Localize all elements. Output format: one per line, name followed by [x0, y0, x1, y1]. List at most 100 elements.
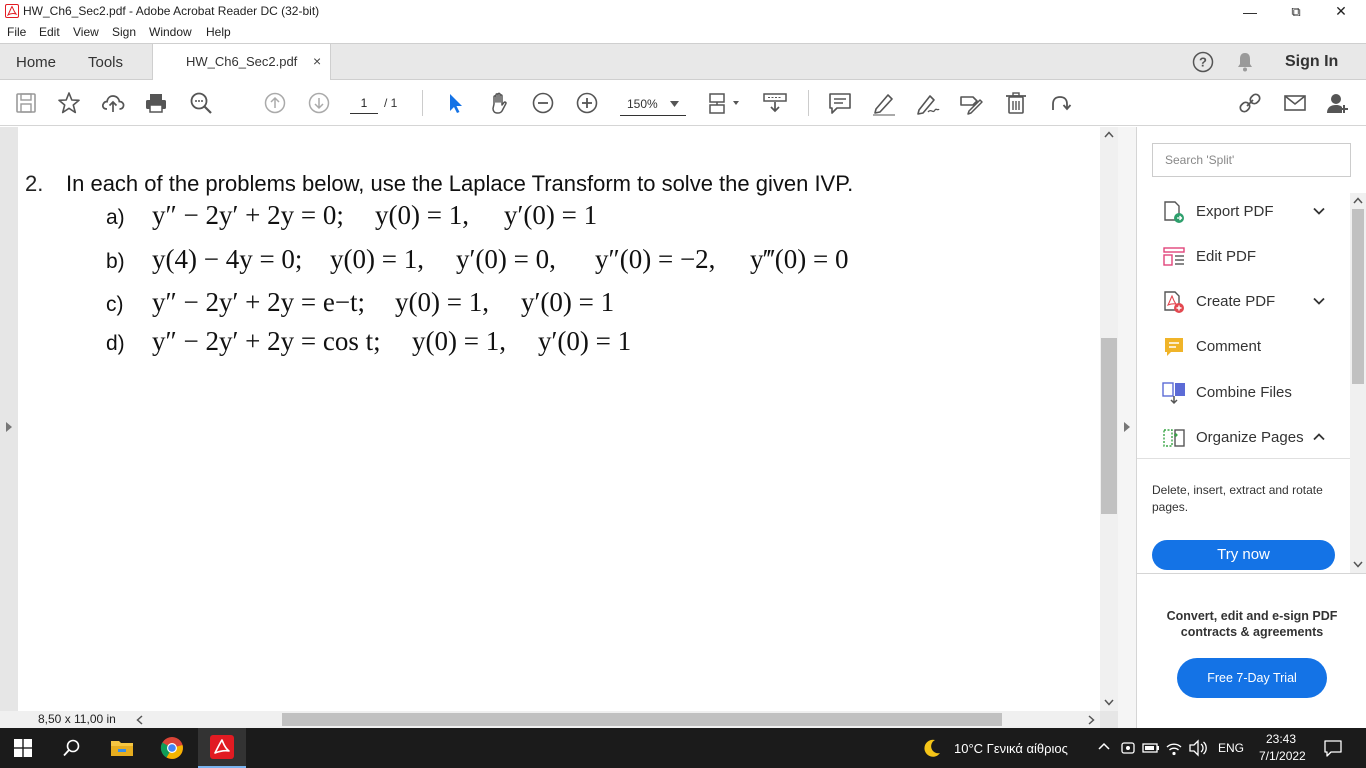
- tool-combine-files[interactable]: Combine Files: [1162, 380, 1352, 406]
- menu-file[interactable]: File: [7, 25, 26, 39]
- close-button[interactable]: ✕: [1318, 0, 1364, 23]
- wifi-icon[interactable]: [1165, 739, 1183, 757]
- menu-sign[interactable]: Sign: [112, 25, 136, 39]
- volume-speaker-icon[interactable]: [1188, 739, 1208, 757]
- scroll-up-arrow-icon[interactable]: [1104, 131, 1114, 138]
- scroll-right-arrow-icon[interactable]: [1088, 715, 1095, 725]
- menu-view[interactable]: View: [73, 25, 99, 39]
- highlight-pen-icon[interactable]: [871, 90, 897, 116]
- tool-create-pdf[interactable]: Create PDF: [1162, 289, 1352, 315]
- zoom-in-icon[interactable]: [574, 90, 600, 116]
- right-panel-collapse-strip[interactable]: [1118, 127, 1136, 728]
- part-condition: y′(0) = 0,: [456, 244, 556, 274]
- menu-help[interactable]: Help: [206, 25, 231, 39]
- chevron-down-icon: [670, 101, 679, 107]
- add-user-icon[interactable]: [1325, 90, 1351, 116]
- file-explorer-folder-icon: [111, 741, 133, 756]
- previous-page-icon[interactable]: [262, 90, 288, 116]
- restore-button[interactable]: ⧉: [1273, 0, 1319, 23]
- chrome-browser-icon: [160, 737, 183, 759]
- taskbar-file-explorer[interactable]: [98, 728, 146, 768]
- input-language[interactable]: ENG: [1218, 741, 1244, 755]
- tool-edit-pdf[interactable]: Edit PDF: [1162, 244, 1352, 270]
- rotate-undo-icon[interactable]: [1047, 90, 1073, 116]
- search-zoom-icon[interactable]: [188, 90, 214, 116]
- chevron-down-icon[interactable]: [1312, 204, 1326, 218]
- notifications-bell-icon[interactable]: [1235, 51, 1255, 73]
- taskbar-search-button[interactable]: [48, 728, 96, 768]
- scroll-up-arrow-icon[interactable]: [1353, 197, 1363, 204]
- next-page-icon[interactable]: [306, 90, 332, 116]
- clock-time[interactable]: 23:43: [1266, 732, 1296, 746]
- chevron-down-icon[interactable]: [1312, 294, 1326, 308]
- upload-cloud-icon[interactable]: [100, 90, 126, 116]
- edit-tag-icon[interactable]: [958, 90, 984, 116]
- delete-trash-icon[interactable]: [1003, 90, 1029, 116]
- create-pdf-icon: [1164, 291, 1184, 313]
- page-number-input[interactable]: 1: [350, 92, 378, 114]
- menu-window[interactable]: Window: [149, 25, 192, 39]
- chevron-up-icon[interactable]: [1312, 430, 1326, 444]
- tool-organize-pages[interactable]: Organize Pages: [1162, 425, 1352, 451]
- notification-center-icon[interactable]: [1323, 739, 1343, 757]
- bookmark-star-icon[interactable]: [56, 90, 82, 116]
- clock-date[interactable]: 7/1/2022: [1259, 749, 1306, 763]
- tool-export-pdf[interactable]: Export PDF: [1162, 199, 1352, 225]
- select-cursor-icon[interactable]: [442, 90, 468, 116]
- scroll-down-arrow-icon[interactable]: [1353, 561, 1363, 568]
- acrobat-app-icon: [5, 4, 19, 18]
- taskbar-acrobat[interactable]: [198, 728, 246, 768]
- tools-pane: Search 'Split' Export PDF Edit PDF Creat…: [1136, 127, 1366, 728]
- scroll-down-arrow-icon[interactable]: [1104, 699, 1114, 706]
- weather-moon-icon[interactable]: [921, 737, 943, 759]
- email-envelope-icon[interactable]: [1282, 90, 1308, 116]
- try-now-button[interactable]: Try now: [1152, 540, 1335, 570]
- weather-text[interactable]: 10°C Γενικά αίθριος: [954, 741, 1068, 756]
- scroll-mode-icon[interactable]: [762, 90, 788, 116]
- save-icon[interactable]: [13, 90, 39, 116]
- horizontal-scroll-thumb[interactable]: [282, 713, 1002, 726]
- hand-tool-icon[interactable]: [486, 90, 512, 116]
- scroll-left-arrow-icon[interactable]: [136, 715, 143, 725]
- free-trial-button[interactable]: Free 7-Day Trial: [1177, 658, 1327, 698]
- tab-tools[interactable]: Tools: [88, 44, 123, 80]
- print-icon[interactable]: [143, 90, 169, 116]
- tools-search-input[interactable]: Search 'Split': [1152, 143, 1351, 177]
- vertical-scroll-thumb[interactable]: [1101, 338, 1117, 514]
- battery-power-icon[interactable]: [1142, 740, 1160, 756]
- sign-in-button[interactable]: Sign In: [1285, 44, 1338, 80]
- collapse-panel-icon[interactable]: [1123, 422, 1131, 432]
- meet-now-icon[interactable]: [1120, 740, 1136, 756]
- part-condition: y″(0) = −2,: [595, 244, 716, 274]
- tool-label: Edit PDF: [1196, 248, 1257, 265]
- taskbar-chrome[interactable]: [148, 728, 196, 768]
- zoom-out-icon[interactable]: [530, 90, 556, 116]
- fit-page-icon[interactable]: [706, 90, 742, 116]
- help-icon[interactable]: ?: [1192, 51, 1214, 73]
- comment-note-icon[interactable]: [827, 90, 853, 116]
- part-equation: y″ − 2y′ + 2y = 0;: [152, 200, 344, 230]
- show-hidden-icons-chevron-icon[interactable]: [1098, 742, 1110, 750]
- page-size-label: 8,50 x 11,00 in: [38, 712, 116, 726]
- tab-home[interactable]: Home: [16, 44, 56, 80]
- left-panel-toggle-icon[interactable]: [5, 422, 13, 432]
- organize-pages-description: Delete, insert, extract and rotate pages…: [1152, 483, 1323, 514]
- part-condition: y′(0) = 1: [538, 326, 632, 356]
- minimize-button[interactable]: —: [1227, 0, 1273, 23]
- search-icon: [63, 739, 80, 757]
- tool-comment[interactable]: Comment: [1162, 334, 1352, 360]
- menu-edit[interactable]: Edit: [39, 25, 60, 39]
- close-tab-icon[interactable]: ×: [313, 53, 321, 69]
- part-condition: y(0) = 1,: [395, 287, 489, 317]
- start-button[interactable]: [0, 728, 46, 768]
- part-condition: y′(0) = 1: [521, 287, 615, 317]
- tab-document[interactable]: HW_Ch6_Sec2.pdf ×: [152, 44, 331, 81]
- sign-pen-icon[interactable]: [915, 90, 941, 116]
- vertical-scrollbar[interactable]: [1100, 127, 1118, 711]
- tools-pane-scroll-thumb[interactable]: [1352, 209, 1364, 384]
- share-link-icon[interactable]: [1237, 90, 1263, 116]
- svg-text:?: ?: [1199, 55, 1207, 70]
- tools-pane-scrollbar[interactable]: [1350, 193, 1366, 573]
- zoom-select[interactable]: 150%: [620, 92, 686, 116]
- export-pdf-icon: [1164, 201, 1184, 223]
